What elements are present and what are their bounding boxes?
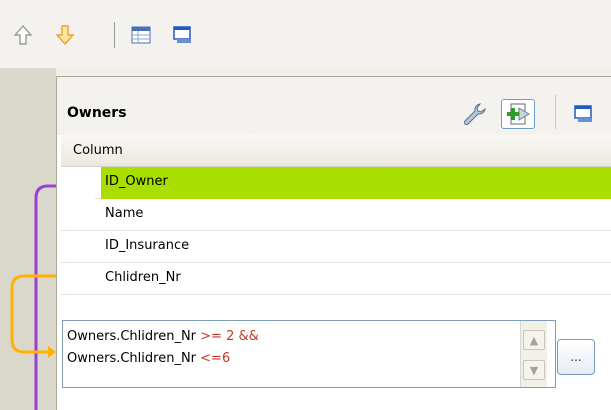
- panel-header: Owners: [57, 77, 611, 135]
- row-highlight: [101, 167, 611, 199]
- toolbar-separator: [114, 22, 115, 48]
- move-up-button[interactable]: [10, 22, 36, 48]
- window-icon: [173, 26, 191, 43]
- expression-scrollbar[interactable]: ▲ ▼: [520, 321, 547, 387]
- table-row[interactable]: Name: [61, 199, 611, 231]
- filter-expression-input[interactable]: Owners.Chlidren_Nr >= 2 && Owners.Chlidr…: [62, 320, 556, 388]
- expression-line-2: Owners.Chlidren_Nr <=6: [67, 351, 230, 366]
- row-label: Chlidren_Nr: [105, 270, 181, 285]
- move-down-button[interactable]: [52, 22, 78, 48]
- table-row[interactable]: ID_Insurance: [61, 231, 611, 263]
- link-lines: [10, 180, 62, 410]
- expression-operator-1: >= 2 &&: [200, 329, 259, 344]
- wrench-icon: [463, 103, 486, 126]
- toolbar: [0, 0, 611, 68]
- row-label: Name: [105, 206, 144, 221]
- expression-field-2: Owners.Chlidren_Nr: [67, 351, 201, 366]
- row-stub: [61, 167, 95, 199]
- window-button-2[interactable]: [569, 99, 599, 129]
- window-button[interactable]: [170, 22, 196, 48]
- down-arrow-icon: [55, 25, 75, 46]
- expression-field-1: Owners.Chlidren_Nr: [67, 329, 201, 344]
- add-column-icon: [507, 103, 530, 125]
- table-row[interactable]: Chlidren_Nr: [61, 263, 611, 295]
- row-label: ID_Insurance: [105, 238, 190, 253]
- expression-builder-button[interactable]: ...: [557, 339, 595, 375]
- panel-title: Owners: [67, 105, 127, 121]
- table-icon: [131, 26, 151, 44]
- header-separator: [555, 95, 556, 129]
- add-column-button[interactable]: [501, 99, 535, 129]
- up-arrow-icon: [13, 24, 33, 45]
- row-label: ID_Owner: [105, 174, 168, 189]
- settings-button[interactable]: [457, 99, 491, 129]
- table-row[interactable]: ID_Owner: [61, 167, 611, 199]
- table-view-button[interactable]: [128, 22, 154, 48]
- column-header-label: Column: [73, 143, 123, 158]
- chevron-up-icon: ▲: [529, 333, 539, 347]
- scroll-down-button[interactable]: ▼: [523, 360, 545, 380]
- expression-operator-2: <=6: [200, 351, 231, 366]
- column-header[interactable]: Column: [61, 135, 611, 167]
- expression-line-1: Owners.Chlidren_Nr >= 2 &&: [67, 329, 259, 344]
- scroll-up-button[interactable]: ▲: [523, 330, 545, 350]
- chevron-down-icon: ▼: [529, 363, 539, 377]
- window-icon: [574, 105, 592, 122]
